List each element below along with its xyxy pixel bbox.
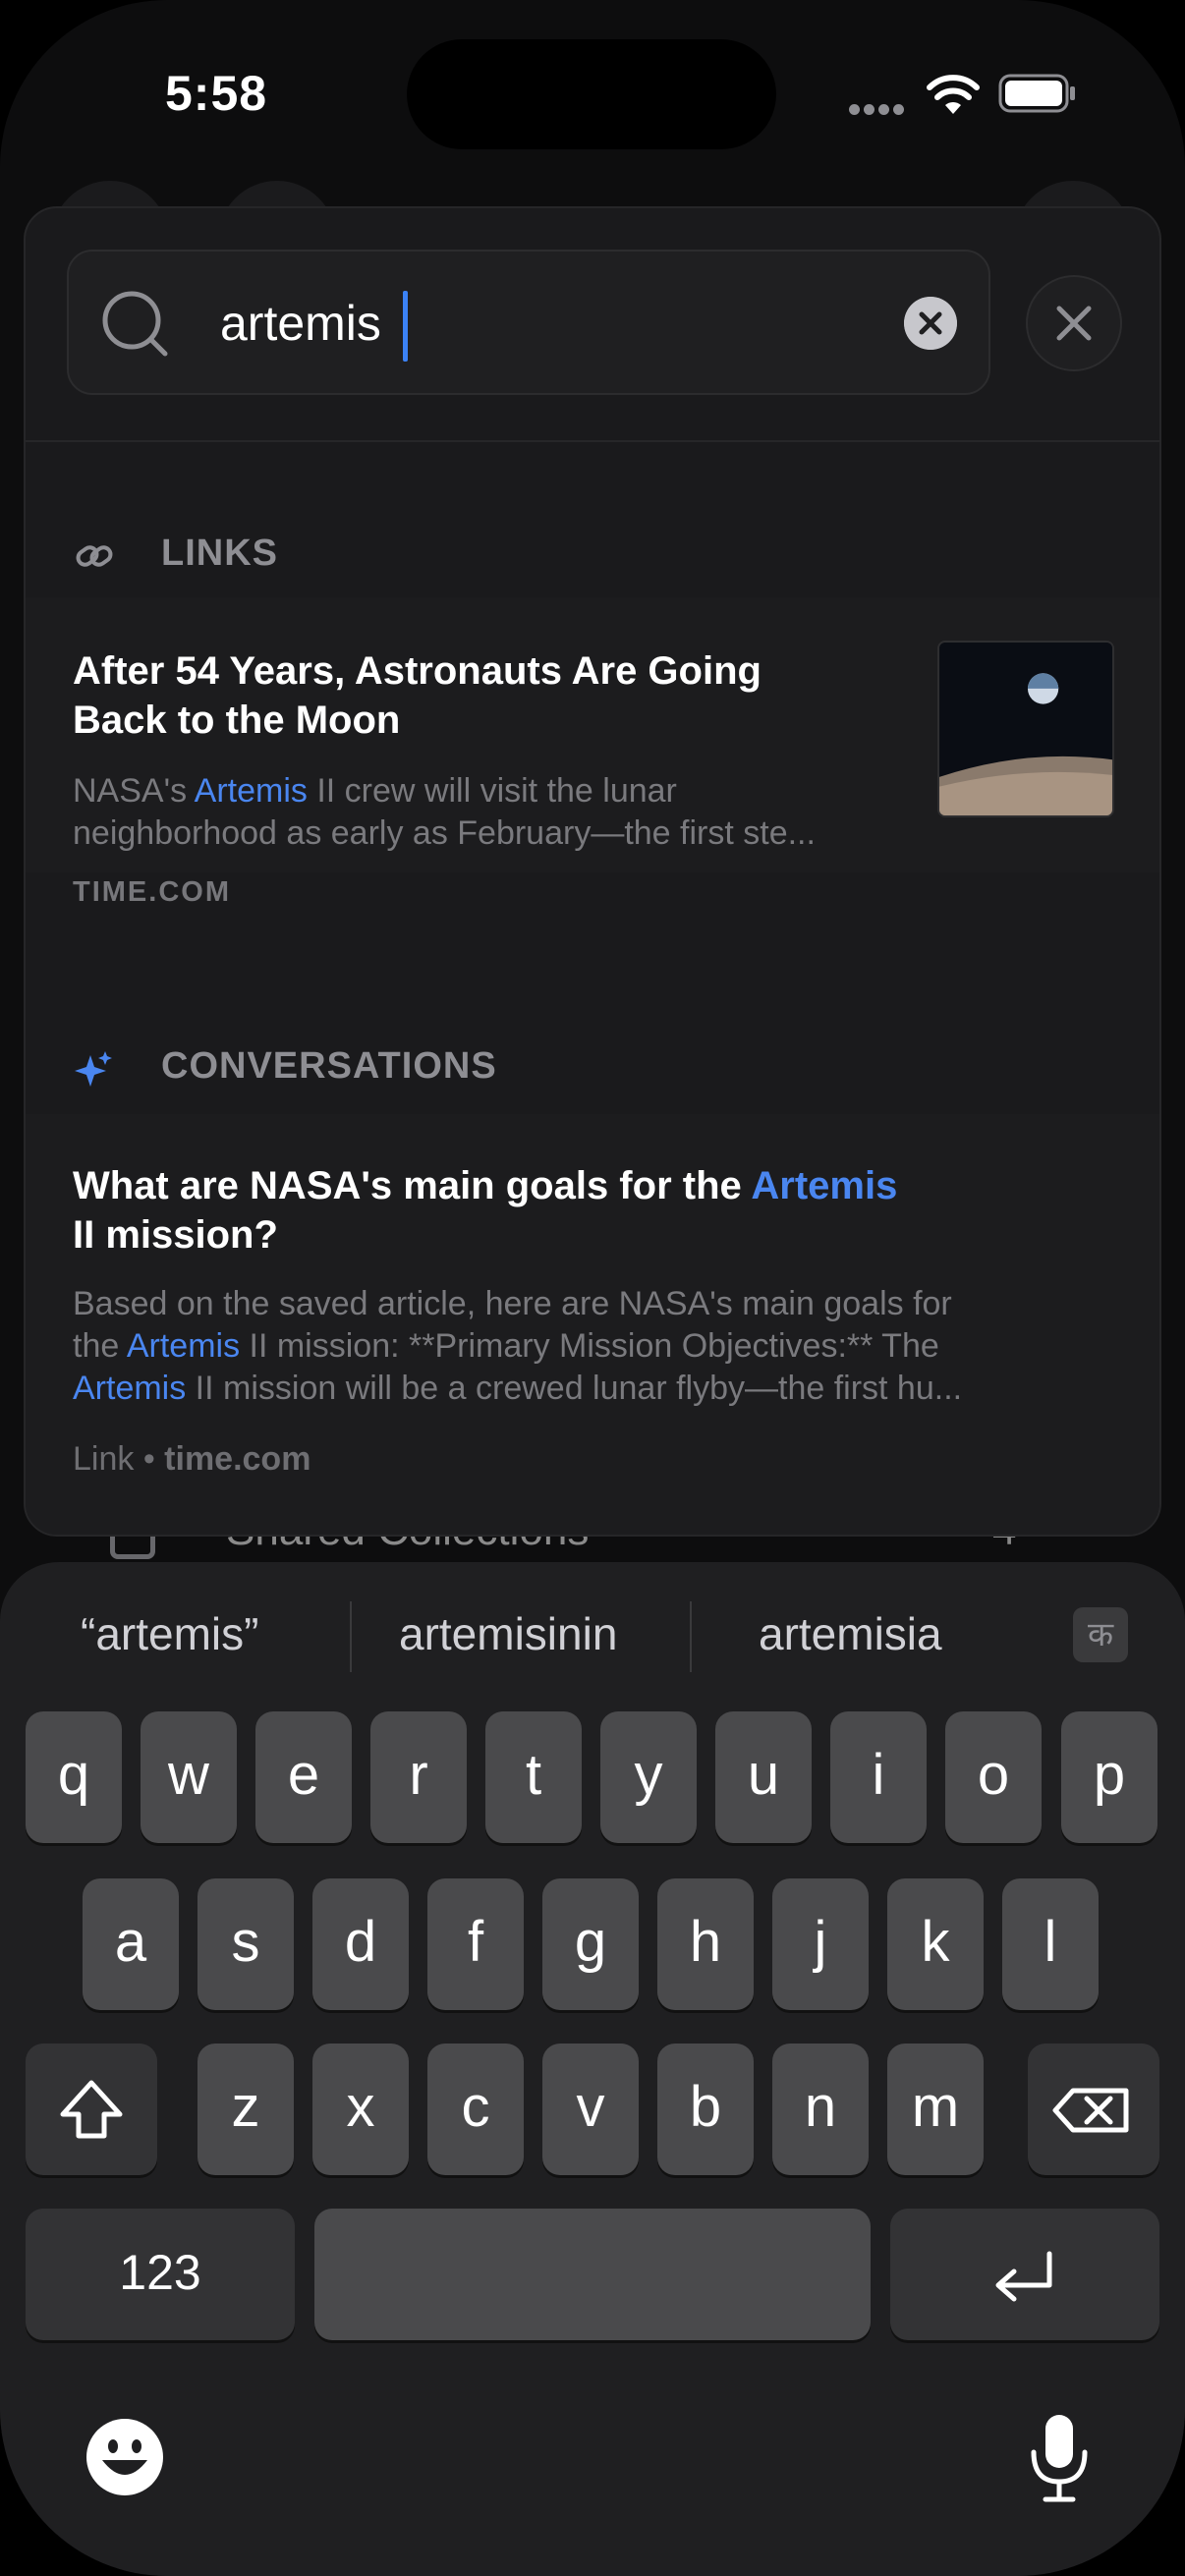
link-result-card[interactable]: After 54 Years, Astronauts Are Going Bac… (26, 597, 1159, 908)
key-p[interactable]: p (1061, 1711, 1157, 1843)
shift-arrow-icon (60, 2080, 123, 2139)
shift-key[interactable] (26, 2044, 157, 2175)
clear-search-icon[interactable] (904, 297, 957, 350)
return-key[interactable] (890, 2209, 1159, 2340)
key-d[interactable]: d (312, 1878, 409, 2010)
search-query-text[interactable]: artemis (220, 295, 381, 352)
conversation-body-line1: Based on the saved article, here are NAS… (73, 1285, 952, 1322)
suggestion-2[interactable]: artemisinin (399, 1607, 617, 1660)
conversation-result-card[interactable]: What are NASA's main goals for the Artem… (26, 1114, 1159, 1535)
link-source: TIME.COM (73, 876, 231, 908)
key-k[interactable]: k (887, 1878, 984, 2010)
key-x[interactable]: x (312, 2044, 409, 2175)
phone-screen: Shared Collections 4 5:58 artemis (0, 0, 1185, 2576)
key-l[interactable]: l (1002, 1878, 1099, 2010)
link-title-line2: Back to the Moon (73, 699, 401, 742)
key-y[interactable]: y (600, 1711, 697, 1843)
backspace-icon (1052, 2088, 1129, 2133)
delete-key[interactable] (1028, 2044, 1159, 2175)
suggestion-divider (690, 1601, 692, 1672)
search-highlight: Artemis (126, 1327, 241, 1365)
suggestion-3[interactable]: artemisia (759, 1607, 942, 1660)
conversation-body-line2: the Artemis II mission: **Primary Missio… (73, 1327, 939, 1365)
key-z[interactable]: z (198, 2044, 294, 2175)
key-b[interactable]: b (657, 2044, 754, 2175)
section-title: LINKS (161, 532, 278, 574)
close-icon (1056, 306, 1092, 341)
key-t[interactable]: t (485, 1711, 582, 1843)
battery-icon (998, 74, 1075, 113)
key-f[interactable]: f (427, 1878, 524, 2010)
link-thumbnail-image (937, 641, 1114, 817)
key-n[interactable]: n (772, 2044, 869, 2175)
search-highlight: Artemis (751, 1164, 898, 1207)
suggestion-1[interactable]: “artemis” (81, 1607, 258, 1660)
link-icon (76, 545, 113, 567)
key-m[interactable]: m (887, 2044, 984, 2175)
conversation-body-line3: Artemis II mission will be a crewed luna… (73, 1370, 963, 1407)
key-i[interactable]: i (830, 1711, 927, 1843)
keyboard: “artemis” artemisinin artemisia क q w e … (0, 1562, 1185, 2576)
search-panel: artemis LINKS After 54 Years, Astronauts… (24, 206, 1161, 1537)
signal-dots-icon (849, 104, 904, 116)
sparkles-icon (75, 1051, 112, 1087)
key-o[interactable]: o (945, 1711, 1042, 1843)
link-title-line1: After 54 Years, Astronauts Are Going (73, 649, 762, 693)
status-time: 5:58 (165, 66, 268, 121)
conversation-meta: Link • time.com (73, 1440, 311, 1478)
key-e[interactable]: e (255, 1711, 352, 1843)
wifi-icon (927, 75, 980, 114)
section-title: CONVERSATIONS (161, 1045, 497, 1087)
conversation-source: time.com (164, 1440, 311, 1478)
conversation-title: What are NASA's main goals for the Artem… (73, 1164, 898, 1207)
key-v[interactable]: v (542, 2044, 639, 2175)
return-icon (995, 2251, 1052, 2302)
space-key[interactable] (314, 2209, 871, 2340)
key-s[interactable]: s (198, 1878, 294, 2010)
suggestion-divider (350, 1601, 352, 1672)
conversation-title-line2: II mission? (73, 1213, 278, 1257)
close-search-button[interactable] (1026, 275, 1122, 371)
dynamic-island (407, 39, 776, 149)
key-q[interactable]: q (26, 1711, 122, 1843)
key-u[interactable]: u (715, 1711, 812, 1843)
key-h[interactable]: h (657, 1878, 754, 2010)
status-bar: 5:58 (0, 0, 1185, 187)
text-cursor (403, 291, 408, 362)
microphone-icon[interactable] (1028, 2413, 1091, 2503)
search-input[interactable]: artemis (67, 250, 990, 395)
key-g[interactable]: g (542, 1878, 639, 2010)
key-c[interactable]: c (427, 2044, 524, 2175)
key-w[interactable]: w (141, 1711, 237, 1843)
link-snippet: NASA's Artemis II crew will visit the lu… (73, 772, 677, 810)
search-highlight: Artemis (194, 772, 308, 810)
search-icon (102, 291, 168, 357)
link-snippet-line2: neighborhood as early as February—the fi… (73, 814, 816, 852)
search-highlight: Artemis (73, 1370, 187, 1407)
language-switch-key[interactable]: क (1073, 1607, 1128, 1662)
key-j[interactable]: j (772, 1878, 869, 2010)
emoji-icon[interactable] (85, 2417, 165, 2497)
numbers-key[interactable]: 123 (26, 2209, 295, 2340)
divider (26, 440, 1159, 442)
key-a[interactable]: a (83, 1878, 179, 2010)
key-r[interactable]: r (370, 1711, 467, 1843)
